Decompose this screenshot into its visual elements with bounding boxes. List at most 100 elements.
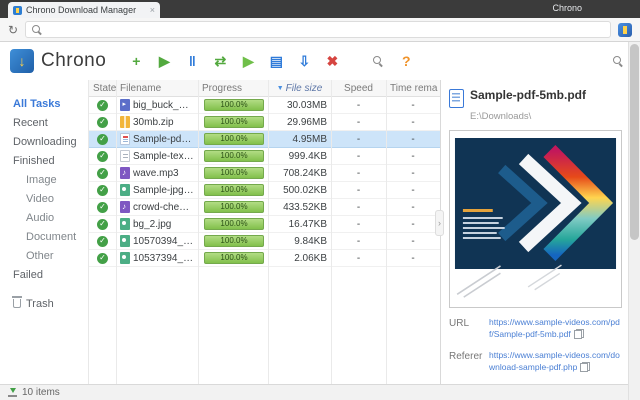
download-row[interactable]: ✓bg_2.jpg100.0%16.47KB-- [89, 216, 440, 233]
time-remaining-cell: - [386, 165, 440, 181]
sidebar-item-label: Video [26, 193, 54, 205]
filename-cell: 10537394_6...png [116, 250, 198, 266]
table-body: ✓big_buck_b....mp4100.0%30.03MB--✓30mb.z… [89, 97, 440, 267]
address-bar[interactable] [25, 21, 611, 38]
details-fields: URLhttps://www.sample-videos.com/pdf/Sam… [449, 317, 622, 374]
column-header-state[interactable]: State [89, 80, 116, 96]
progress-cell: 100.0% [198, 182, 268, 198]
time-remaining-text: - [411, 134, 414, 145]
speed-cell: - [331, 250, 386, 266]
sidebar-item-audio[interactable]: Audio [0, 208, 88, 227]
add-task-button[interactable]: + [124, 49, 148, 73]
progress-bar: 100.0% [204, 201, 264, 213]
field-value: https://www.sample-videos.com/pdf/Sample… [489, 317, 622, 341]
address-input[interactable] [47, 24, 604, 35]
progress-bar: 100.0% [204, 99, 264, 111]
time-remaining-cell: - [386, 131, 440, 147]
pause-button[interactable]: ‖ [180, 49, 204, 73]
image-file-icon [120, 252, 130, 264]
sidebar-item-image[interactable]: Image [0, 170, 88, 189]
chrono-extension-icon[interactable] [618, 23, 632, 37]
state-cell: ✓ [89, 131, 116, 147]
download-row[interactable]: ✓10570394_6...jpg100.0%9.84KB-- [89, 233, 440, 250]
speed-cell: - [331, 148, 386, 164]
sidebar-item-trash[interactable]: Trash [0, 294, 88, 313]
sidebar-item-all-tasks[interactable]: All Tasks [0, 94, 88, 113]
sidebar-item-other[interactable]: Other [0, 246, 88, 265]
speed-cell: - [331, 131, 386, 147]
sidebar-item-label: Downloading [13, 136, 77, 148]
toolbar-tools: ? [366, 49, 418, 73]
column-header-time[interactable]: Time rema [386, 80, 440, 96]
app-header: ↓ Chrono +▶‖⇄▶▤⇩✖ ? [0, 42, 640, 80]
filename-text: 10537394_6...png [133, 253, 194, 264]
download-row[interactable]: ✓Sample-pdf-...pdf100.0%4.95MB-- [89, 131, 440, 148]
progress-cell: 100.0% [198, 97, 268, 113]
retry-button[interactable]: ⇄ [208, 49, 232, 73]
tab-close-icon[interactable]: × [150, 6, 155, 15]
progress-text: 100.0% [220, 186, 247, 194]
sidebar-item-recent[interactable]: Recent [0, 113, 88, 132]
resume-all-button[interactable]: ▶ [236, 49, 260, 73]
resume-button[interactable]: ▶ [152, 49, 176, 73]
field-link[interactable]: https://www.sample-videos.com/pdf/Sample… [489, 317, 620, 339]
copy-icon[interactable] [580, 362, 590, 372]
file-size-text: 2.06KB [294, 253, 327, 264]
sidebar-item-video[interactable]: Video [0, 189, 88, 208]
collapse-panel-handle[interactable]: › [435, 210, 444, 236]
download-complete-icon: ✓ [97, 151, 108, 162]
progress-text: 100.0% [220, 118, 247, 126]
field-label: URL [449, 317, 489, 341]
reload-icon[interactable]: ↻ [8, 24, 18, 36]
column-label: Progress [202, 83, 242, 94]
time-remaining-text: - [411, 202, 414, 213]
sidebar-item-downloading[interactable]: Downloading [0, 132, 88, 151]
filename-text: wave.mp3 [133, 168, 179, 179]
browser-tab[interactable]: Chrono Download Manager × [8, 2, 160, 18]
download-row[interactable]: ✓crowd-chee...mp3100.0%433.52KB-- [89, 199, 440, 216]
download-row[interactable]: ✓Sample-jpg-i...jpg100.0%500.02KB-- [89, 182, 440, 199]
column-header-size[interactable]: ▼File size [268, 80, 331, 96]
sidebar-item-document[interactable]: Document [0, 227, 88, 246]
filename-cell: wave.mp3 [116, 165, 198, 181]
filename-text: Sample-pdf-...pdf [133, 134, 194, 145]
vertical-scrollbar[interactable] [628, 42, 640, 400]
field-link[interactable]: https://www.sample-videos.com/download-s… [489, 350, 620, 372]
progress-cell: 100.0% [198, 114, 268, 130]
column-header-speed[interactable]: Speed [331, 80, 386, 96]
state-cell: ✓ [89, 250, 116, 266]
download-complete-icon: ✓ [97, 219, 108, 230]
speed-cell: - [331, 182, 386, 198]
speed-text: - [357, 100, 360, 111]
search-button[interactable] [606, 49, 630, 73]
help-button[interactable]: ? [394, 49, 418, 73]
field-value: https://www.sample-videos.com/download-s… [489, 350, 622, 374]
magnifier-icon [373, 56, 383, 66]
filename-text: bg_2.jpg [133, 219, 171, 230]
download-row[interactable]: ✓Sample-text-fi...txt100.0%999.4KB-- [89, 148, 440, 165]
task-library-button[interactable]: ▤ [264, 49, 288, 73]
sidebar-item-label: Other [26, 250, 54, 262]
download-row[interactable]: ✓30mb.zip100.0%29.96MB-- [89, 114, 440, 131]
sidebar-item-failed[interactable]: Failed [0, 265, 88, 284]
sidebar-item-finished[interactable]: Finished [0, 151, 88, 170]
filter-button[interactable] [366, 49, 390, 73]
time-remaining-text: - [411, 117, 414, 128]
download-row[interactable]: ✓big_buck_b....mp4100.0%30.03MB-- [89, 97, 440, 114]
copy-icon[interactable] [574, 329, 584, 339]
resume-all-icon: ▶ [243, 54, 254, 68]
sort-indicator-icon: ▼ [277, 85, 284, 92]
speed-text: - [357, 134, 360, 145]
scrollbar-thumb[interactable] [630, 44, 639, 240]
delete-button[interactable]: ✖ [320, 49, 344, 73]
column-header-progress[interactable]: Progress [198, 80, 268, 96]
image-file-icon [120, 235, 130, 247]
column-header-filename[interactable]: Filename [116, 80, 198, 96]
tab-title: Chrono Download Manager [26, 5, 146, 15]
sidebar-item-label: Recent [13, 117, 48, 129]
export-button[interactable]: ⇩ [292, 49, 316, 73]
download-row[interactable]: ✓10537394_6...png100.0%2.06KB-- [89, 250, 440, 267]
download-row[interactable]: ✓wave.mp3100.0%708.24KB-- [89, 165, 440, 182]
download-complete-icon: ✓ [97, 168, 108, 179]
progress-bar: 100.0% [204, 167, 264, 179]
